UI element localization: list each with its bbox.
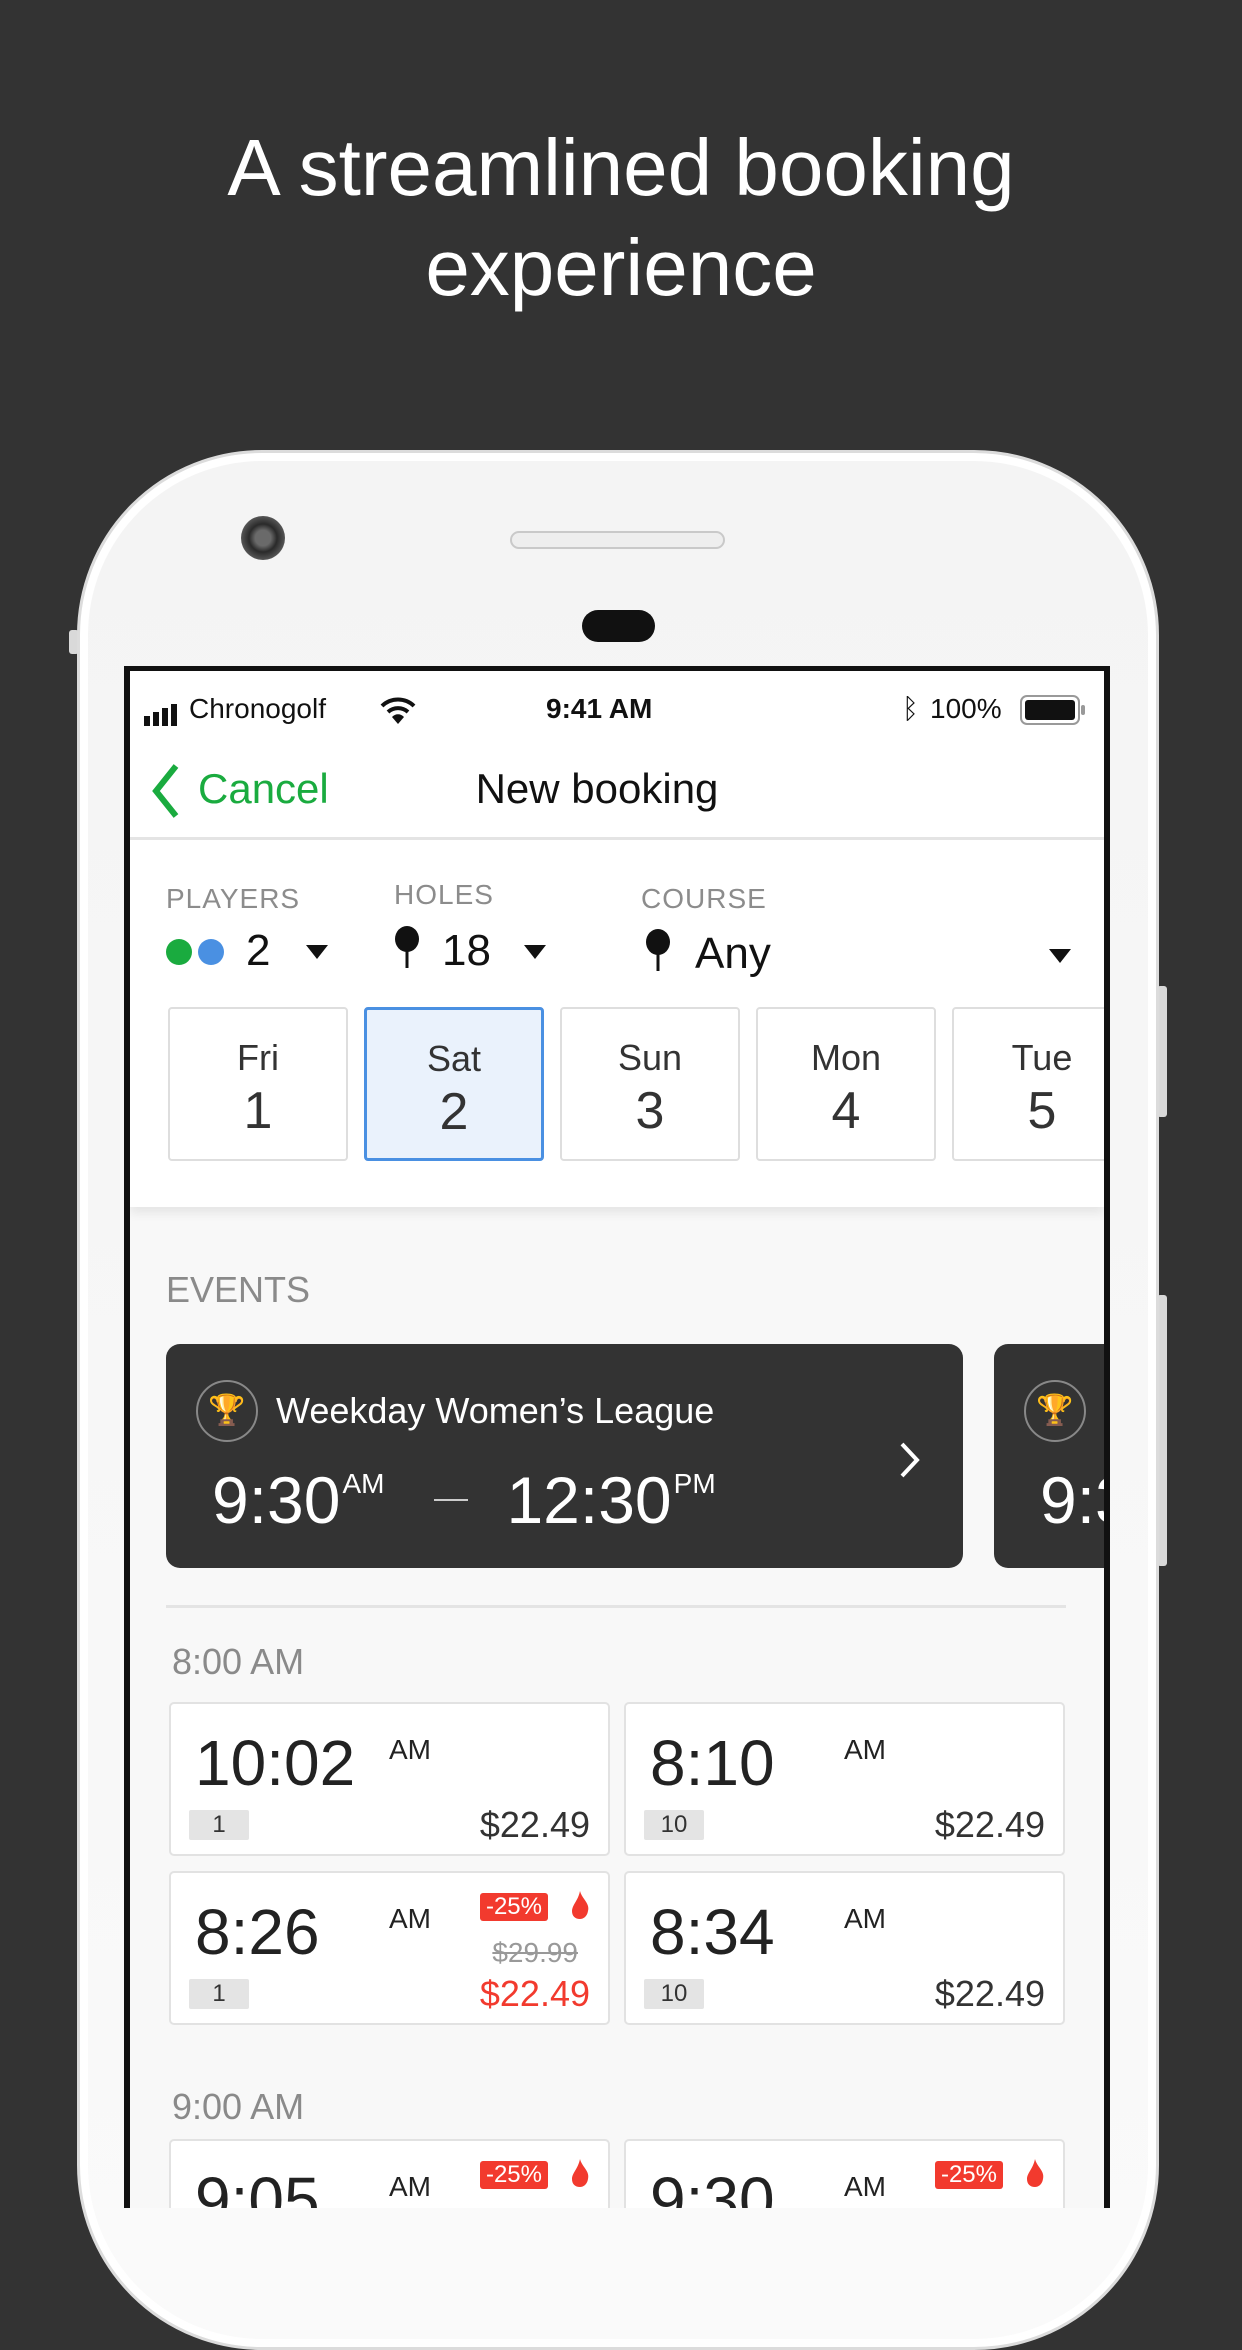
tee-time-card[interactable]: 8:26 AM -25% $29.99 1 $22.49: [169, 1871, 610, 2025]
event-start: 9:30: [212, 1463, 341, 1537]
starting-hole-badge: 1: [189, 1979, 249, 2009]
date-option-tue[interactable]: Tue 5: [952, 1007, 1104, 1161]
date-number: 2: [439, 1083, 469, 1141]
phone-sensor: [582, 610, 655, 642]
date-option-fri[interactable]: Fri 1: [168, 1007, 348, 1161]
tee-time-card[interactable]: 9:30 AM -25%: [624, 2139, 1065, 2208]
course-value: Any: [695, 929, 771, 978]
trophy-icon: 🏆: [196, 1380, 258, 1442]
tee-time-card[interactable]: 10:02 AM 1 $22.49: [169, 1702, 610, 1856]
date-option-mon[interactable]: Mon 4: [756, 1007, 936, 1161]
course-dropdown[interactable]: COURSE Any: [641, 871, 1081, 981]
holes-value: 18: [442, 926, 491, 975]
date-day: Fri: [237, 1037, 279, 1078]
event-title: Weekday Women’s League: [276, 1390, 715, 1431]
time-group-heading: 9:00 AM: [172, 2086, 305, 2127]
chevron-right-icon: [900, 1442, 920, 1478]
tee-price: $22.49: [934, 1973, 1045, 2014]
marketing-headline: A streamlined booking experience: [0, 118, 1242, 318]
player-dot-icon: [166, 939, 192, 965]
events-heading: EVENTS: [166, 1269, 311, 1310]
golf-pin-icon: [646, 929, 670, 971]
starting-hole-badge: 10: [644, 1979, 704, 2009]
discount-badge: -25%: [479, 1893, 548, 1921]
tee-time: 9:30: [650, 2164, 775, 2208]
players-value: 2: [246, 926, 271, 975]
tee-time: 8:10: [650, 1727, 775, 1799]
event-times: 9:3: [1040, 1462, 1104, 1538]
players-dropdown[interactable]: PLAYERS 2: [166, 871, 346, 981]
tee-time: 8:26: [195, 1896, 320, 1968]
booking-filter-panel: Chronogolf 9:41 AM ᛒ 100% Cancel New boo…: [130, 671, 1104, 1207]
event-start: 9:3: [1040, 1463, 1104, 1537]
battery-percent: 100%: [930, 693, 1002, 724]
tee-time-ampm: AM: [389, 1903, 431, 1934]
carrier-name: Chronogolf: [189, 693, 326, 724]
status-time: 9:41 AM: [546, 693, 653, 724]
headline-line-1: A streamlined booking: [227, 123, 1015, 212]
date-day: Sun: [617, 1037, 683, 1078]
hot-deal-flame-icon: [572, 1891, 589, 1919]
tee-time-ampm: AM: [844, 1734, 886, 1765]
phone-screen: Chronogolf 9:41 AM ᛒ 100% Cancel New boo…: [124, 666, 1110, 2208]
tee-price: $22.49: [479, 1804, 590, 1845]
bluetooth-icon: ᛒ: [902, 693, 919, 724]
time-separator: [434, 1499, 469, 1501]
date-day: Sat: [426, 1038, 482, 1079]
hot-deal-flame-icon: [1027, 2159, 1044, 2187]
tee-time: 9:05: [195, 2164, 320, 2208]
tee-time: 8:34: [650, 1896, 775, 1968]
players-label: PLAYERS: [166, 883, 301, 914]
tee-price: $22.49: [934, 1804, 1045, 1845]
trophy-icon: 🏆: [1024, 1380, 1086, 1442]
tee-time-ampm: AM: [844, 2171, 886, 2202]
tee-time-ampm: AM: [389, 1734, 431, 1765]
event-start-ampm: AM: [342, 1468, 385, 1499]
dropdown-arrow-icon: [1049, 949, 1071, 963]
tee-time: 10:02: [195, 1727, 356, 1799]
holes-dropdown[interactable]: HOLES 18: [394, 871, 574, 981]
time-group-heading: 8:00 AM: [172, 1641, 305, 1682]
golf-pin-icon: [395, 926, 419, 968]
event-end-ampm: PM: [673, 1468, 716, 1499]
tee-time-card[interactable]: 8:10 AM 10 $22.49: [624, 1702, 1065, 1856]
phone-speaker: [510, 531, 725, 549]
date-day: Mon: [810, 1037, 882, 1078]
event-card[interactable]: 🏆 W 9:3: [994, 1344, 1104, 1568]
event-card[interactable]: 🏆 Weekday Women’s League 9:30AM 12:30PM: [166, 1344, 963, 1568]
player-dot-icon: [198, 939, 224, 965]
date-day: Tue: [1011, 1037, 1073, 1078]
starting-hole-badge: 1: [189, 1810, 249, 1840]
date-option-sat[interactable]: Sat 2: [364, 1007, 544, 1161]
nav-divider: [130, 837, 1104, 840]
tee-time-ampm: AM: [389, 2171, 431, 2202]
date-number: 3: [635, 1082, 665, 1140]
dropdown-arrow-icon: [306, 945, 328, 959]
original-price: $29.99: [492, 1937, 578, 1968]
dropdown-arrow-icon: [524, 945, 546, 959]
signal-icon: [144, 701, 188, 733]
event-end: 12:30: [506, 1463, 672, 1537]
date-number: 5: [1027, 1082, 1057, 1140]
discounted-price: $22.49: [479, 1973, 590, 2014]
holes-label: HOLES: [394, 879, 494, 910]
page-title: New booking: [475, 765, 719, 812]
hot-deal-flame-icon: [572, 2159, 589, 2187]
tee-time-card[interactable]: 8:34 AM 10 $22.49: [624, 1871, 1065, 2025]
front-camera: [241, 516, 285, 560]
wifi-icon: [380, 697, 416, 732]
discount-badge: -25%: [934, 2161, 1003, 2189]
battery-icon: [1020, 695, 1086, 730]
starting-hole-badge: 10: [644, 1810, 704, 1840]
discount-badge: -25%: [479, 2161, 548, 2189]
date-number: 1: [243, 1082, 273, 1140]
headline-line-2: experience: [425, 223, 817, 312]
date-number: 4: [831, 1082, 861, 1140]
course-label: COURSE: [641, 883, 767, 914]
section-divider: [166, 1605, 1066, 1608]
tee-time-ampm: AM: [844, 1903, 886, 1934]
tee-time-card[interactable]: 9:05 AM -25%: [169, 2139, 610, 2208]
event-times: 9:30AM 12:30PM: [212, 1462, 716, 1538]
date-option-sun[interactable]: Sun 3: [560, 1007, 740, 1161]
